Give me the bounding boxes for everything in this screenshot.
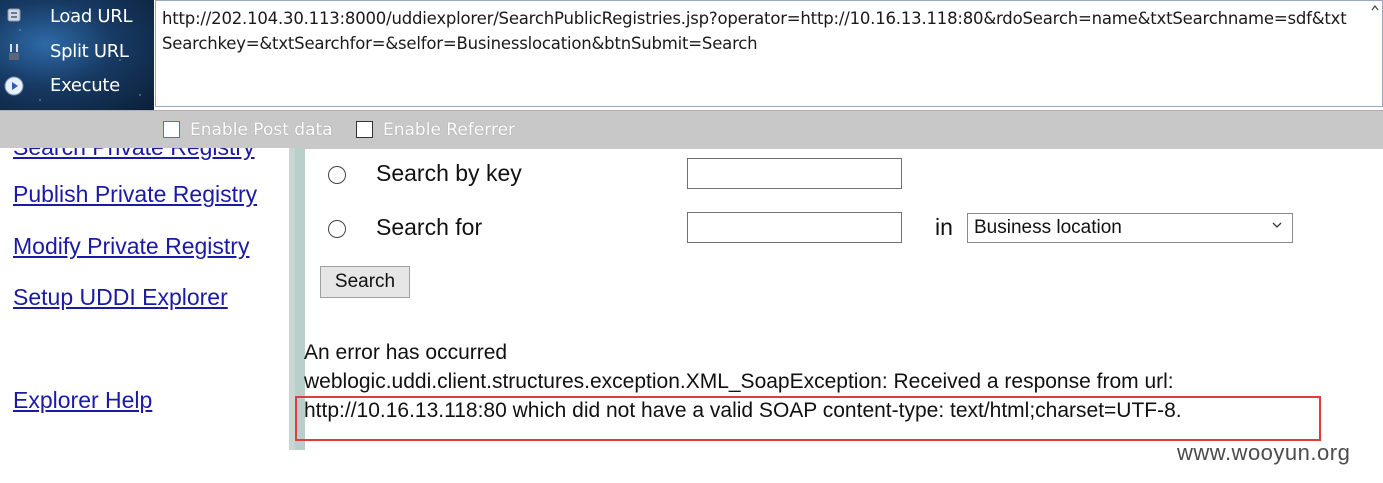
enable-referrer-label: Enable Referrer bbox=[383, 120, 516, 140]
execute-button[interactable]: Execute bbox=[0, 69, 154, 103]
hackbar-options-bar: Enable Post data Enable Referrer bbox=[0, 110, 1383, 149]
business-location-value: Business location bbox=[974, 217, 1122, 238]
nav-modify-private-registry[interactable]: Modify Private Registry bbox=[13, 233, 249, 260]
enable-post-data-label: Enable Post data bbox=[190, 120, 333, 140]
split-url-icon bbox=[4, 42, 24, 62]
search-for-radio[interactable] bbox=[328, 220, 346, 238]
search-by-key-label: Search by key bbox=[376, 160, 522, 186]
left-nav: Search Private Registry Publish Private … bbox=[0, 148, 289, 483]
hackbar-command-panel: Load URL Split URL Execute bbox=[0, 0, 154, 110]
load-url-button[interactable]: Load URL bbox=[0, 0, 154, 34]
chevron-down-icon bbox=[1271, 218, 1283, 234]
execute-icon bbox=[4, 76, 24, 96]
split-url-button[interactable]: Split URL bbox=[0, 35, 154, 69]
load-url-icon bbox=[4, 7, 24, 27]
search-by-key-radio[interactable] bbox=[328, 166, 346, 184]
error-title: An error has occurred bbox=[304, 341, 508, 364]
load-url-label: Load URL bbox=[50, 6, 133, 27]
search-button[interactable]: Search bbox=[320, 266, 410, 298]
hackbar: Load URL Split URL Execute http://202.10… bbox=[0, 0, 1383, 110]
in-label: in bbox=[935, 214, 953, 240]
search-key-input[interactable] bbox=[687, 158, 902, 189]
business-location-select[interactable]: Business location bbox=[967, 213, 1293, 243]
nav-publish-private-registry[interactable]: Publish Private Registry bbox=[13, 181, 257, 208]
url-text[interactable]: http://202.104.30.113:8000/uddiexplorer/… bbox=[162, 6, 1352, 56]
split-url-label: Split URL bbox=[50, 41, 129, 62]
search-for-input[interactable] bbox=[687, 212, 902, 243]
scroll-up-icon[interactable] bbox=[1369, 2, 1381, 14]
nav-setup-uddi-explorer[interactable]: Setup UDDI Explorer bbox=[13, 284, 228, 311]
watermark: www.wooyun.org bbox=[1177, 440, 1351, 465]
error-line-1: weblogic.uddi.client.structures.exceptio… bbox=[304, 370, 1174, 393]
highlight-box bbox=[295, 396, 1321, 441]
enable-referrer-checkbox[interactable] bbox=[356, 121, 373, 138]
execute-label: Execute bbox=[50, 75, 120, 96]
enable-post-data-checkbox[interactable] bbox=[163, 121, 180, 138]
search-for-label: Search for bbox=[376, 214, 483, 240]
nav-explorer-help[interactable]: Explorer Help bbox=[13, 387, 152, 414]
url-textarea[interactable]: http://202.104.30.113:8000/uddiexplorer/… bbox=[155, 0, 1383, 107]
